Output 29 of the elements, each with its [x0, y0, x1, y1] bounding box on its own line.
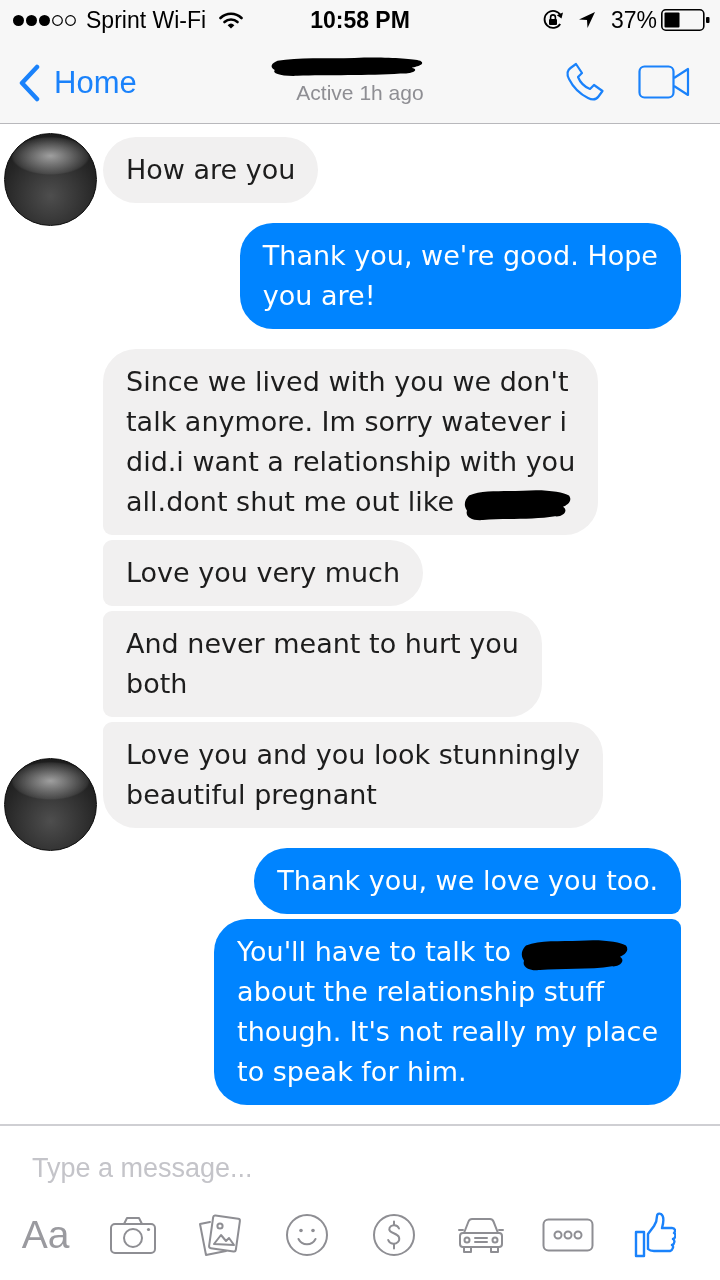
message-text: Love you very much [126, 556, 401, 590]
car-icon[interactable] [456, 1215, 505, 1255]
message-text: And never meant to hurt you both [126, 627, 519, 701]
wifi-icon [219, 11, 244, 29]
message-input[interactable]: Type a message... [32, 1146, 672, 1190]
dollar-icon[interactable] [371, 1213, 416, 1257]
rotation-lock-icon [541, 9, 564, 31]
back-button[interactable]: Home [0, 63, 137, 102]
more-icon[interactable] [541, 1218, 594, 1252]
active-status: Active 1h ago [296, 81, 424, 105]
message-text: How are you [126, 153, 296, 187]
battery-icon [661, 9, 710, 31]
message-text: Thank you, we love you too. [277, 864, 658, 898]
font-button[interactable]: Aa [21, 1213, 70, 1257]
signal-strength-icon [12, 13, 78, 27]
thumbs-up-icon[interactable] [633, 1212, 676, 1258]
message-text: Thank you, we're good. Hope you are! [262, 239, 658, 313]
message-text: You'll have to talk to about the relationship stuff though. It's not really my place to speak for him. [237, 934, 658, 1089]
message-text: Love you and you look stunningly beautiful pregnant [126, 738, 580, 812]
video-camera-icon[interactable] [638, 65, 690, 99]
smiley-icon[interactable] [284, 1213, 329, 1257]
message-text: Since we lived with you we don't talk anymore. Im sorry watever i did.i want a relationship with you all.dont shut me out like [126, 362, 576, 522]
camera-icon[interactable] [108, 1215, 157, 1255]
chevron-left-icon [17, 63, 41, 102]
carrier-name: Sprint Wi-Fi [86, 6, 207, 34]
photos-icon[interactable] [196, 1213, 243, 1257]
status-time: 10:58 PM [310, 6, 410, 33]
battery-percentage: 37% [610, 6, 657, 34]
location-arrow-icon [577, 11, 596, 29]
